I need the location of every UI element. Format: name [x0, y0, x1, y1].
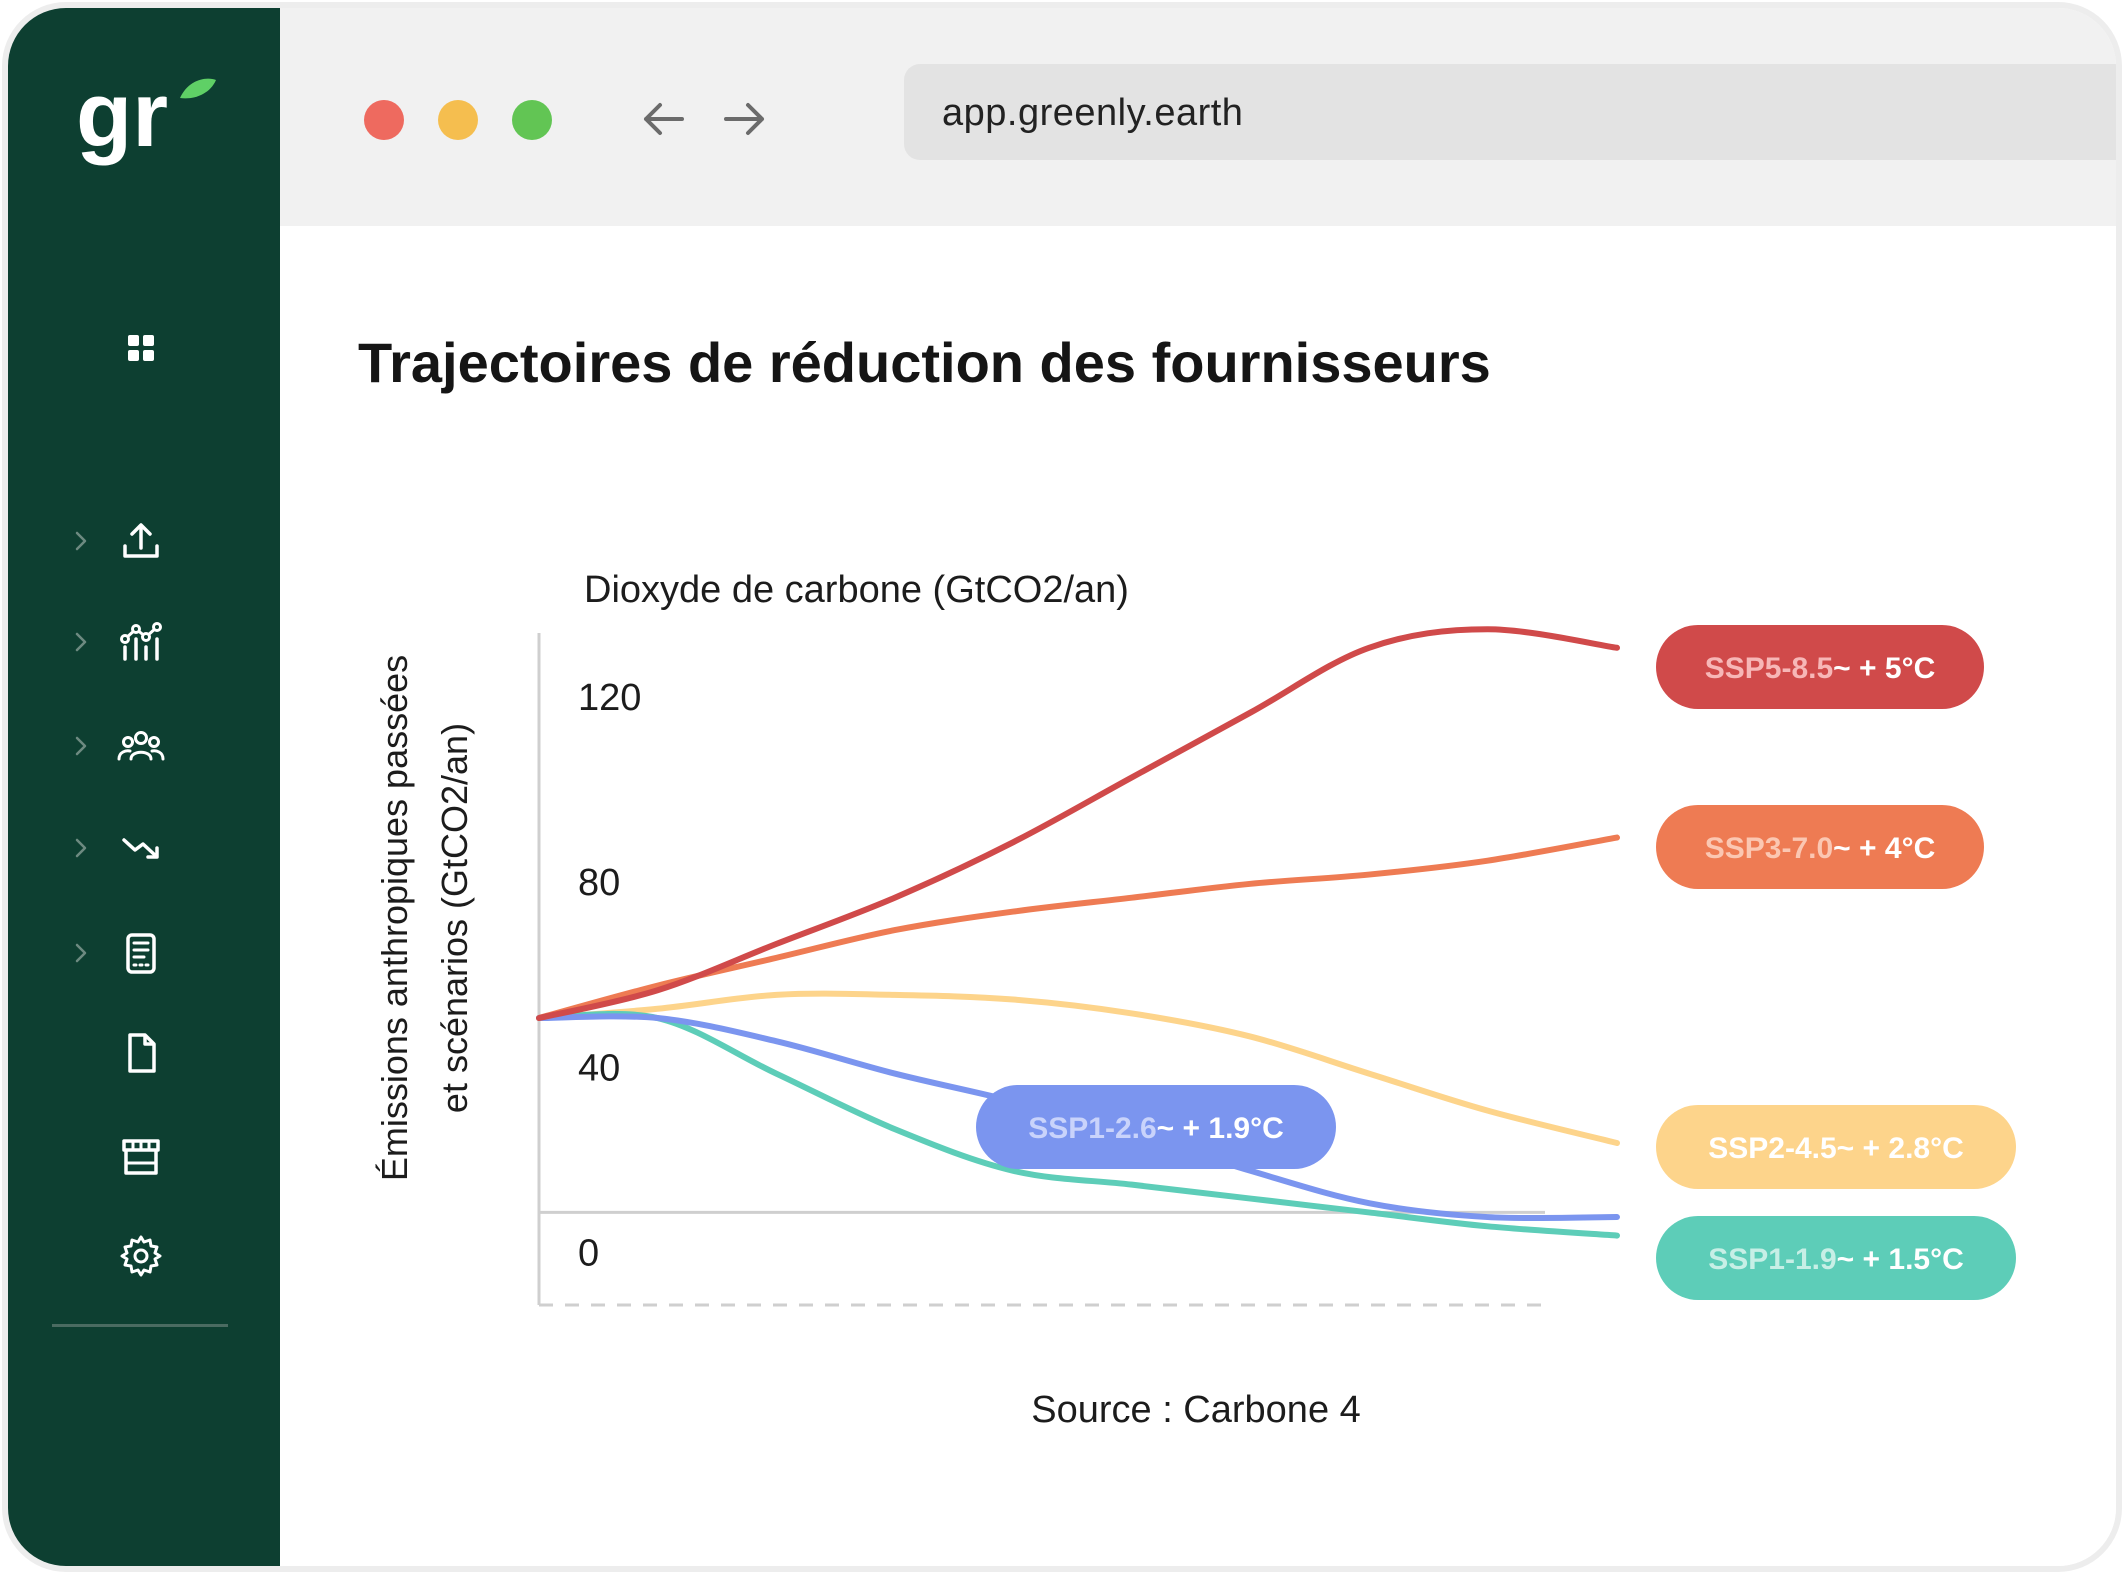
y-tick-labels: 0 40 80 120: [578, 677, 641, 1274]
chart-title: Dioxyde de carbone (GtCO2/an): [584, 569, 1129, 611]
legend-series-name: SSP1-2.6: [1028, 1112, 1156, 1145]
y-axis-label-line1: Émissions anthropiques passées: [374, 655, 415, 1181]
legend-pill-label: SSP1-1.9~ + 1.5°C: [1708, 1243, 1964, 1276]
y-tick-label: 120: [578, 677, 641, 719]
legend-series-name: SSP5-8.5: [1705, 652, 1833, 685]
series-line-ssp5-8-5: [536, 626, 1620, 1022]
series-legend-pills: SSP5-8.5~ + 5°CSSP3-7.0~ + 4°CSSP2-4.5~ …: [976, 625, 2016, 1300]
legend-pill-ssp2-4-5: SSP2-4.5~ + 2.8°C: [1656, 1105, 2016, 1189]
legend-series-temp: ~ + 1.5°C: [1837, 1243, 1964, 1276]
legend-pill-ssp3-7-0: SSP3-7.0~ + 4°C: [1656, 805, 1984, 889]
emissions-chart: Dioxyde de carbone (GtCO2/an) Émissions …: [374, 569, 2016, 1431]
legend-pill-label: SSP5-8.5~ + 5°C: [1705, 652, 1935, 685]
legend-pill-label: SSP2-4.5~ + 2.8°C: [1708, 1132, 1964, 1165]
legend-pill-label: SSP1-2.6~ + 1.9°C: [1028, 1112, 1284, 1145]
y-tick-label: 80: [578, 862, 620, 904]
legend-pill-ssp5-8-5: SSP5-8.5~ + 5°C: [1656, 625, 1984, 709]
legend-series-temp: ~ + 1.9°C: [1157, 1112, 1284, 1145]
legend-series-name: SSP3-7.0: [1705, 832, 1833, 865]
chart-axes: [537, 633, 1545, 1307]
legend-series-temp: ~ + 5°C: [1833, 652, 1935, 685]
legend-series-name: SSP1-1.9: [1708, 1243, 1836, 1276]
y-axis-label-line2: et scénarios (GtCO2/an): [434, 723, 475, 1113]
y-tick-label: 40: [578, 1047, 620, 1089]
legend-pill-label: SSP3-7.0~ + 4°C: [1705, 832, 1935, 865]
legend-series-temp: ~ + 2.8°C: [1837, 1132, 1964, 1165]
legend-series-name: SSP2-4.5: [1708, 1132, 1836, 1165]
y-tick-label: 0: [578, 1232, 599, 1274]
chart-source: Source : Carbone 4: [1031, 1389, 1361, 1431]
legend-series-temp: ~ + 4°C: [1833, 832, 1935, 865]
legend-pill-ssp1-2-6: SSP1-2.6~ + 1.9°C: [976, 1085, 1336, 1169]
legend-pill-ssp1-1-9: SSP1-1.9~ + 1.5°C: [1656, 1216, 2016, 1300]
series-line-ssp3-7-0: [536, 834, 1620, 1022]
